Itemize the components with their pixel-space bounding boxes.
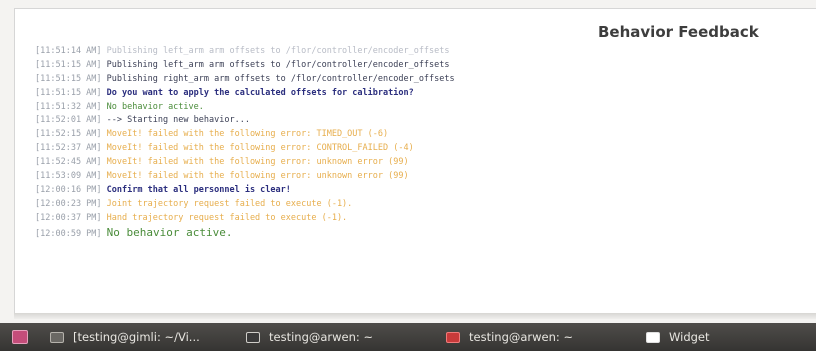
log-line: [11:53:09 AM] MoveIt! failed with the fo… xyxy=(35,171,409,182)
terminal-icon xyxy=(246,331,260,343)
log-message: Publishing right_arm arm offsets to /flo… xyxy=(106,73,455,84)
log-message: Publishing left_arm arm offsets to /flor… xyxy=(106,59,450,70)
taskbar-item-label: Widget xyxy=(669,330,710,344)
log-line: [11:52:15 AM] MoveIt! failed with the fo… xyxy=(35,129,389,140)
log-line: [12:00:16 PM] Confirm that all personnel… xyxy=(35,184,291,195)
log-line: [11:51:15 AM] Publishing left_arm arm of… xyxy=(35,59,450,70)
log-line: [11:51:15 AM] Do you want to apply the c… xyxy=(35,87,414,98)
log-message: No behavior active. xyxy=(106,101,204,112)
log-line: [11:52:01 AM] --> Starting new behavior.… xyxy=(35,115,250,126)
panel-shadow xyxy=(14,313,816,319)
taskbar-item-arwen-terminal[interactable]: testing@arwen: ~ xyxy=(238,326,428,348)
taskbar: [testing@gimli: ~/Vi... testing@arwen: ~… xyxy=(0,323,816,351)
log-message: MoveIt! failed with the following error:… xyxy=(106,171,409,182)
taskbar-item-widget[interactable]: Widget xyxy=(638,326,748,348)
log-message: No behavior active. xyxy=(106,225,233,239)
log-message: MoveIt! failed with the following error:… xyxy=(106,143,414,154)
log-message: --> Starting new behavior... xyxy=(106,115,250,126)
log-line: [12:00:23 PM] Joint trajectory request f… xyxy=(35,198,353,209)
terminal-red-icon xyxy=(446,331,460,343)
log-message: Hand trajectory request failed to execut… xyxy=(106,212,348,223)
taskbar-item-label: [testing@gimli: ~/Vi... xyxy=(73,330,200,344)
taskbar-item-gimli-terminal[interactable]: [testing@gimli: ~/Vi... xyxy=(42,326,220,348)
log-message: Do you want to apply the calculated offs… xyxy=(106,87,414,98)
log-line: [11:51:32 AM] No behavior active. xyxy=(35,101,204,112)
log-line: [11:52:45 AM] MoveIt! failed with the fo… xyxy=(35,157,409,168)
log-line: [12:00:59 PM] No behavior active. xyxy=(35,225,233,239)
panel-title: Behavior Feedback xyxy=(598,23,759,41)
terminal-icon xyxy=(50,331,64,343)
taskbar-item-arwen-terminal-2[interactable]: testing@arwen: ~ xyxy=(438,326,626,348)
log-message: MoveIt! failed with the following error:… xyxy=(106,129,389,140)
log-line: [12:00:37 PM] Hand trajectory request fa… xyxy=(35,212,348,223)
behavior-feedback-panel: Behavior Feedback [11:51:14 AM] Publishi… xyxy=(14,8,816,313)
log-line: [11:51:15 AM] Publishing right_arm arm o… xyxy=(35,73,455,84)
log-message: Joint trajectory request failed to execu… xyxy=(106,198,353,209)
taskbar-item-label: testing@arwen: ~ xyxy=(469,330,574,344)
log-message: MoveIt! failed with the following error:… xyxy=(106,157,409,168)
show-desktop-icon[interactable] xyxy=(12,330,28,344)
log-line: [11:51:14 AM] Publishing left_arm arm of… xyxy=(35,46,450,56)
log-message: Confirm that all personnel is clear! xyxy=(106,184,291,195)
taskbar-item-label: testing@arwen: ~ xyxy=(269,330,374,344)
log-line: [11:52:37 AM] MoveIt! failed with the fo… xyxy=(35,143,414,154)
feedback-log[interactable]: [11:51:14 AM] Publishing left_arm arm of… xyxy=(35,45,795,239)
window-icon xyxy=(646,331,660,343)
log-message: Publishing left_arm arm offsets to /flor… xyxy=(106,46,450,56)
